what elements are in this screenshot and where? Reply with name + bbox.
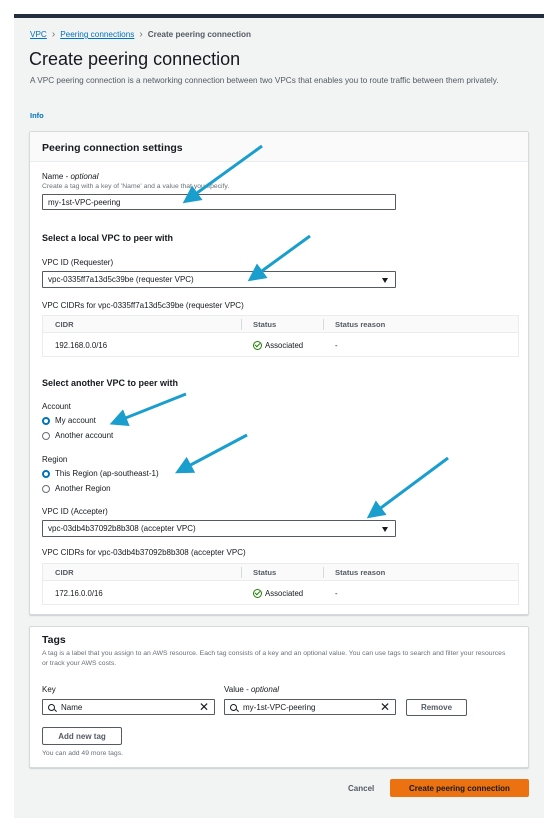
- tag-value-input[interactable]: my-1st-VPC-peering ✕: [224, 699, 396, 715]
- tags-remaining-hint: You can add 49 more tags.: [42, 750, 123, 757]
- search-icon: [230, 703, 237, 711]
- accepter-vpc-select[interactable]: vpc-03db4b37092b8b308 (accepter VPC): [42, 520, 396, 537]
- accepter-cidrs-label: VPC CIDRs for vpc-03db4b37092b8b308 (acc…: [42, 548, 246, 557]
- radio-unselected-icon: [42, 431, 50, 440]
- radio-label: Another Region: [55, 484, 111, 493]
- caret-down-icon: [382, 526, 388, 532]
- requester-cidrs-table: CIDR Status Status reason 192.168.0.0/16…: [42, 315, 519, 357]
- name-label: Name - optional: [42, 172, 99, 181]
- check-circle-icon: [253, 588, 262, 598]
- clear-icon[interactable]: ✕: [380, 701, 390, 713]
- tags-panel: Tags A tag is a label that you assign to…: [29, 626, 529, 768]
- breadcrumb-current: Create peering connection: [147, 30, 252, 39]
- peering-settings-panel: Peering connection settings Name - optio…: [29, 131, 529, 615]
- column-header-cidr: CIDR: [55, 568, 74, 577]
- region-label: Region: [42, 455, 68, 464]
- status-associated: Associated: [265, 340, 304, 350]
- panel-title: Peering connection settings: [42, 142, 183, 154]
- status-associated: Associated: [265, 588, 304, 598]
- table-cell-status-reason: -: [335, 588, 338, 598]
- table-cell-cidr: 172.16.0.0/16: [55, 588, 103, 598]
- tag-value-label: Value - optional: [224, 685, 280, 694]
- add-new-tag-button[interactable]: Add new tag: [42, 727, 122, 745]
- search-icon: [48, 703, 55, 711]
- requester-cidrs-label: VPC CIDRs for vpc-0335ff7a13d5c39be (req…: [42, 301, 244, 310]
- table-cell-status: Associated: [241, 334, 303, 356]
- requester-vpc-value: vpc-0335ff7a13d5c39be (requester VPC): [48, 275, 194, 284]
- chevron-right-icon: ›: [139, 28, 143, 40]
- tag-key-value: Name: [61, 702, 83, 712]
- breadcrumb: VPC › Peering connections › Create peeri…: [30, 28, 252, 40]
- table-cell-status-reason: -: [335, 340, 338, 350]
- table-cell-cidr: 192.168.0.0/16: [55, 340, 108, 350]
- requester-vpc-select[interactable]: vpc-0335ff7a13d5c39be (requester VPC): [42, 271, 396, 288]
- radio-selected-icon: [42, 416, 50, 425]
- radio-unselected-icon: [42, 484, 50, 493]
- name-input[interactable]: my-1st-VPC-peering: [42, 194, 396, 210]
- tags-description: A tag is a label that you assign to an A…: [42, 650, 506, 667]
- radio-my-account[interactable]: My account: [42, 416, 96, 425]
- tags-title: Tags: [42, 634, 66, 646]
- page-content: VPC › Peering connections › Create peeri…: [14, 18, 544, 818]
- info-link[interactable]: Info: [30, 111, 44, 120]
- table-header-row: [43, 316, 518, 333]
- table-header-row: [43, 564, 518, 581]
- column-header-status-reason: Status reason: [335, 320, 386, 329]
- accepter-vpc-value: vpc-03db4b37092b8b308 (accepter VPC): [48, 524, 196, 533]
- column-header-status-reason: Status reason: [335, 568, 386, 577]
- column-header-status: Status: [253, 568, 277, 577]
- radio-label: This Region (ap-southeast-1): [55, 469, 159, 478]
- caret-down-icon: [382, 277, 388, 283]
- page-title: Create peering connection: [29, 49, 241, 69]
- remove-tag-button[interactable]: Remove: [406, 699, 467, 716]
- accepter-vpc-label: VPC ID (Accepter): [42, 507, 108, 516]
- table-cell-status: Associated: [241, 582, 303, 604]
- cancel-button[interactable]: Cancel: [348, 784, 374, 793]
- create-peering-connection-button[interactable]: Create peering connection: [390, 779, 529, 797]
- clear-icon[interactable]: ✕: [199, 701, 209, 713]
- column-header-cidr: CIDR: [55, 320, 74, 329]
- local-vpc-heading: Select a local VPC to peer with: [42, 233, 174, 243]
- check-circle-icon: [253, 340, 262, 350]
- account-label: Account: [42, 402, 71, 411]
- radio-another-region[interactable]: Another Region: [42, 484, 111, 493]
- tag-key-label: Key: [42, 685, 56, 694]
- radio-label: Another account: [55, 431, 114, 440]
- breadcrumb-vpc-link[interactable]: VPC: [30, 30, 47, 39]
- name-hint: Create a tag with a key of 'Name' and a …: [42, 183, 230, 190]
- another-vpc-heading: Select another VPC to peer with: [42, 378, 179, 388]
- radio-selected-icon: [42, 469, 50, 478]
- breadcrumb-peering-link[interactable]: Peering connections: [60, 30, 134, 39]
- chevron-right-icon: ›: [51, 28, 56, 40]
- radio-another-account[interactable]: Another account: [42, 431, 113, 440]
- page-description: A VPC peering connection is a networking…: [30, 76, 499, 85]
- radio-label: My account: [55, 416, 96, 425]
- panel-header: Peering connection settings: [30, 132, 528, 162]
- tag-key-input[interactable]: Name ✕: [42, 699, 215, 715]
- radio-this-region[interactable]: This Region (ap-southeast-1): [42, 469, 159, 478]
- tag-value-value: my-1st-VPC-peering: [243, 702, 316, 712]
- requester-vpc-label: VPC ID (Requester): [42, 258, 114, 267]
- column-header-status: Status: [253, 320, 277, 329]
- accepter-cidrs-table: CIDR Status Status reason 172.16.0.0/16 …: [42, 563, 519, 605]
